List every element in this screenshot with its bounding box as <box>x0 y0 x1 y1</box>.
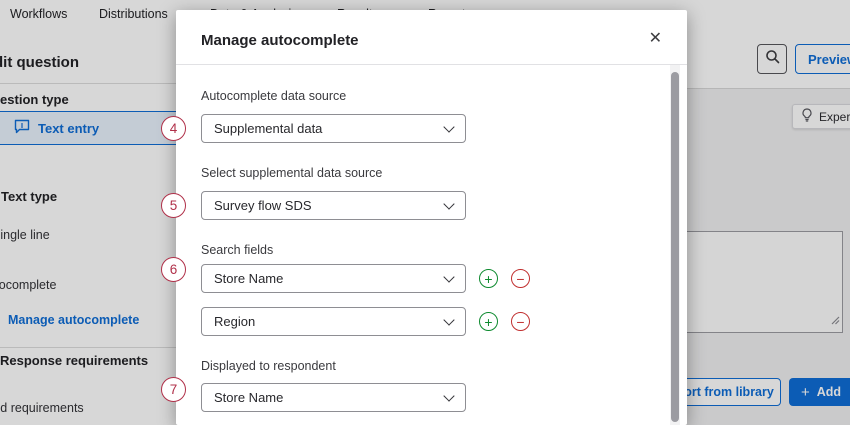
displayed-label: Displayed to respondent <box>201 359 336 373</box>
chevron-down-icon <box>443 121 454 132</box>
add-search-field-button-2[interactable]: + <box>479 312 498 331</box>
select-value: Region <box>214 314 255 329</box>
search-fields-label: Search fields <box>201 243 273 257</box>
manage-autocomplete-modal: Manage autocomplete ✕ Autocomplete data … <box>176 10 687 425</box>
data-source-select[interactable]: Supplemental data <box>201 114 466 143</box>
step-annotation-7: 7 <box>161 377 186 402</box>
chevron-down-icon <box>443 314 454 325</box>
survey-editor-page: Workflows Distributions Data & Analysis … <box>0 0 850 425</box>
chevron-down-icon <box>443 271 454 282</box>
remove-search-field-button-2[interactable]: − <box>511 312 530 331</box>
chevron-down-icon <box>443 390 454 401</box>
remove-search-field-button-1[interactable]: − <box>511 269 530 288</box>
select-value: Supplemental data <box>214 121 322 136</box>
select-value: Store Name <box>214 271 283 286</box>
search-field-select-2[interactable]: Region <box>201 307 466 336</box>
step-annotation-6: 6 <box>161 257 186 282</box>
chevron-down-icon <box>443 198 454 209</box>
modal-title: Manage autocomplete <box>201 32 359 49</box>
step-annotation-4: 4 <box>161 116 186 141</box>
close-icon[interactable]: ✕ <box>649 31 662 47</box>
modal-scrollbar-thumb[interactable] <box>671 72 679 422</box>
displayed-select[interactable]: Store Name <box>201 383 466 412</box>
modal-header-divider <box>176 64 687 65</box>
add-search-field-button-1[interactable]: + <box>479 269 498 288</box>
select-value: Store Name <box>214 390 283 405</box>
step-annotation-5: 5 <box>161 193 186 218</box>
search-field-select-1[interactable]: Store Name <box>201 264 466 293</box>
select-value: Survey flow SDS <box>214 198 312 213</box>
sds-label: Select supplemental data source <box>201 166 382 180</box>
data-source-label: Autocomplete data source <box>201 89 346 103</box>
sds-select[interactable]: Survey flow SDS <box>201 191 466 220</box>
